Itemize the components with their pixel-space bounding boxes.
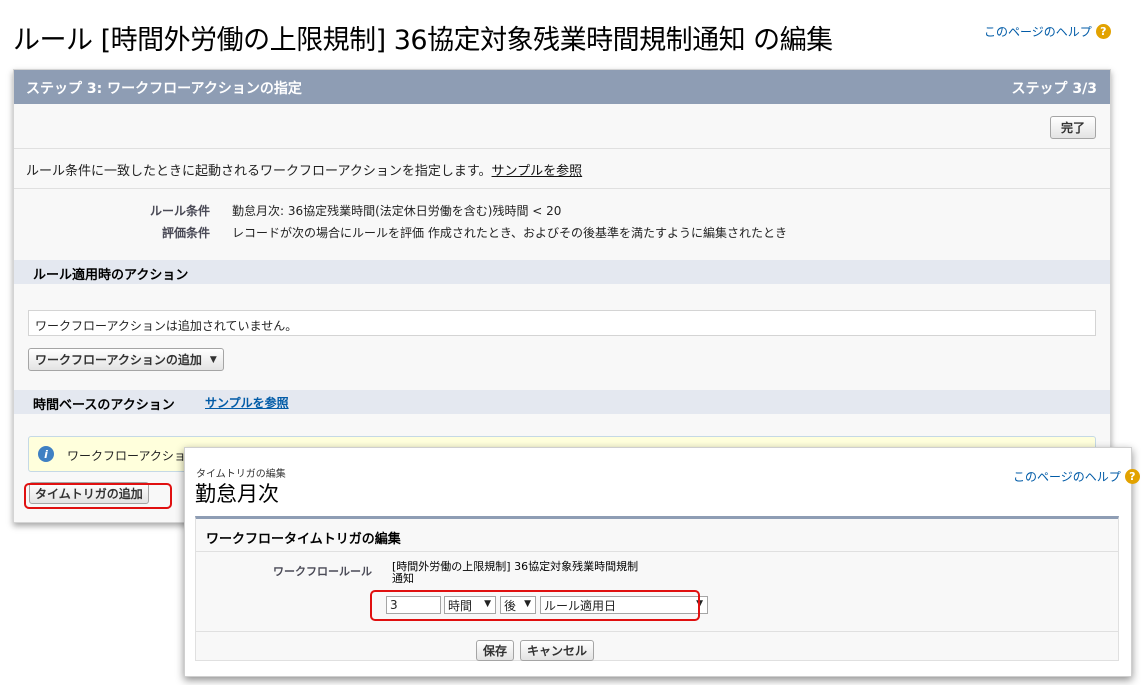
highlight-add-trigger	[24, 483, 172, 509]
step-description: ルール条件に一致したときに起動されるワークフローアクションを指定します。サンプル…	[26, 160, 582, 179]
time-trigger-dialog: タイムトリガの編集 勤怠月次 このページのヘルプ ? ワークフロータイムトリガの…	[184, 447, 1140, 677]
trigger-panel-heading: ワークフロータイムトリガの編集	[206, 532, 401, 547]
dialog-object-title: 勤怠月次	[195, 482, 279, 506]
divider	[14, 148, 1110, 149]
info-icon: i	[38, 446, 54, 462]
help-link[interactable]: このページのヘルプ ?	[984, 23, 1111, 40]
time-actions-header: 時間ベースのアクション サンプルを参照	[14, 390, 1110, 414]
divider	[196, 551, 1118, 552]
dialog-help-link[interactable]: このページのヘルプ ?	[1013, 468, 1140, 485]
rule-actions-header: ルール適用時のアクション	[14, 260, 1110, 284]
evaluation-value: レコードが次の場合にルールを評価 作成されたとき、およびその後基準を満たすように…	[232, 226, 787, 240]
highlight-trigger-fields	[370, 590, 700, 621]
rule-condition-value: 勤怠月次: 36協定残業時間(法定休日労働を含む)残時間 < 20	[232, 204, 562, 218]
divider	[14, 188, 1110, 189]
step-title: ステップ 3: ワークフローアクションの指定	[26, 81, 302, 97]
info-text: ワークフローアクション	[67, 449, 198, 463]
chevron-down-icon[interactable]: ▼	[210, 355, 217, 365]
step-counter: ステップ 3/3	[1011, 81, 1097, 97]
dialog-help-label[interactable]: このページのヘルプ	[1013, 468, 1121, 485]
evaluation-label: 評価条件	[161, 226, 210, 240]
rule-condition-label: ルール条件	[149, 204, 210, 218]
workflow-rule-line1: [時間外労働の上限規制] 36協定対象残業時間規制	[392, 560, 639, 573]
done-button[interactable]: 完了	[1050, 116, 1096, 139]
help-icon[interactable]: ?	[1124, 469, 1140, 484]
trigger-edit-panel: ワークフロータイムトリガの編集 ワークフロールール [時間外労働の上限規制] 3…	[195, 516, 1119, 661]
help-link-label[interactable]: このページのヘルプ	[984, 23, 1092, 40]
add-workflow-action-button[interactable]: ワークフローアクションの追加 ▼	[28, 348, 224, 371]
help-icon[interactable]: ?	[1095, 24, 1111, 39]
time-actions-heading: 時間ベースのアクション	[33, 398, 175, 413]
rule-actions-heading: ルール適用時のアクション	[33, 268, 189, 283]
workflow-rule-label: ワークフロールール	[273, 565, 372, 578]
time-sample-link[interactable]: サンプルを参照	[205, 394, 289, 411]
save-button[interactable]: 保存	[476, 640, 515, 661]
sample-link[interactable]: サンプルを参照	[492, 164, 583, 179]
add-workflow-action-label[interactable]: ワークフローアクションの追加	[35, 351, 202, 368]
cancel-button[interactable]: キャンセル	[520, 640, 595, 661]
step-header: ステップ 3: ワークフローアクションの指定 ステップ 3/3	[14, 70, 1110, 104]
workflow-rule-value: [時間外労働の上限規制] 36協定対象残業時間規制 通知	[392, 561, 638, 585]
workflow-rule-line2: 通知	[392, 572, 414, 585]
divider	[196, 631, 1118, 632]
page-title: ルール [時間外労働の上限規制] 36協定対象残業時間規制通知 の編集	[13, 25, 833, 56]
no-actions-message: ワークフローアクションは追加されていません。	[28, 310, 1096, 336]
description-text: ルール条件に一致したときに起動されるワークフローアクションを指定します。	[26, 164, 492, 179]
